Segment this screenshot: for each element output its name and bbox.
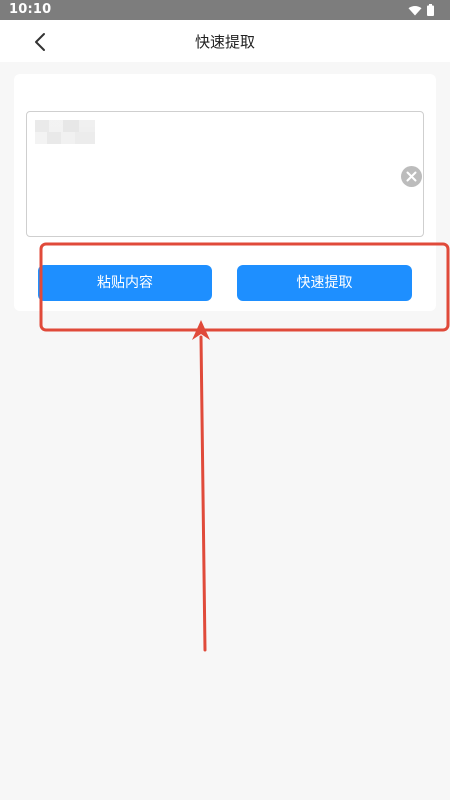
extract-card: 粘贴内容 快速提取: [14, 74, 436, 311]
blurred-input-text: [35, 120, 95, 144]
status-bar: 10:10: [0, 0, 450, 20]
page-title: 快速提取: [194, 33, 255, 51]
status-icons: [408, 3, 434, 17]
quick-extract-button[interactable]: 快速提取: [237, 265, 412, 301]
paste-content-button[interactable]: 粘贴内容: [38, 265, 212, 301]
status-time: 10:10: [9, 2, 52, 17]
close-icon: [406, 171, 417, 182]
wifi-icon: [408, 5, 422, 15]
main-content: 粘贴内容 快速提取: [0, 62, 450, 800]
app-header: 快速提取: [0, 20, 450, 62]
clear-input-button[interactable]: [401, 166, 422, 187]
link-text-input[interactable]: [26, 111, 424, 237]
battery-icon: [427, 4, 434, 16]
